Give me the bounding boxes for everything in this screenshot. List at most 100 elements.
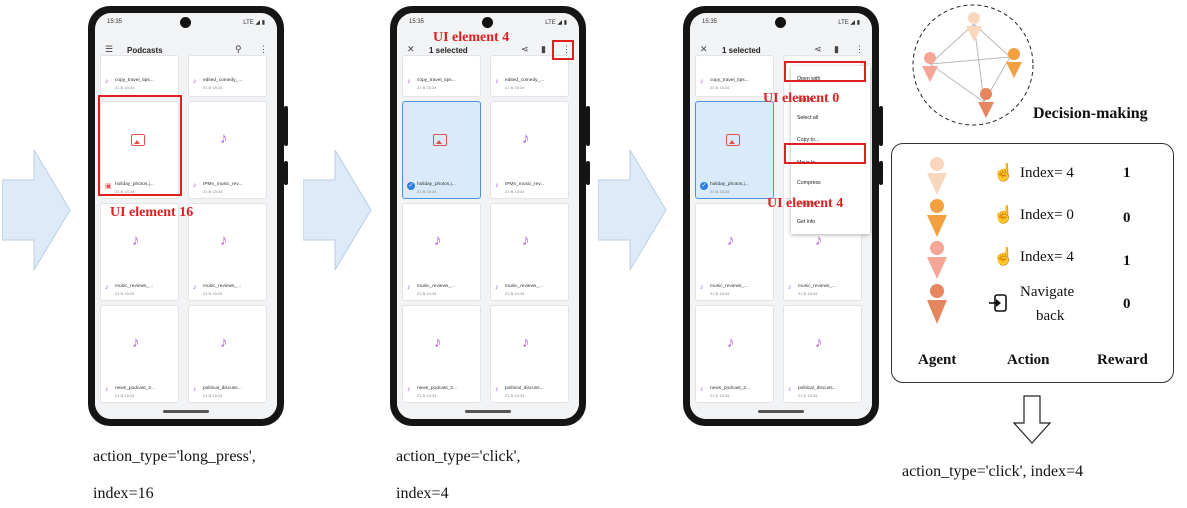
share-icon[interactable]: ⋖ xyxy=(521,44,529,55)
caption-step-2-line-1: action_type='click', xyxy=(396,448,521,465)
agent-node-orange xyxy=(1006,48,1022,78)
file-tile[interactable]: ♪ ♪ news_podcast_2... 21 B 15:34 xyxy=(695,305,774,403)
audio-small-icon: ♪ xyxy=(495,182,499,189)
file-tile-selected[interactable]: ✓ holiday_photos.j... 21 B 15:34 xyxy=(695,101,774,199)
file-tile[interactable]: ♪ ♪ political_discuss... 21 B 15:34 xyxy=(783,305,862,403)
agent-icon-row-1 xyxy=(927,157,947,195)
flow-arrow-3 xyxy=(598,150,667,270)
more-options-icon[interactable]: ⋮ xyxy=(855,44,864,55)
image-file-icon xyxy=(433,134,447,146)
header-agent: Agent xyxy=(918,352,957,368)
tap-icon: ☝ xyxy=(993,163,1015,182)
audio-file-icon: ♪ xyxy=(522,232,530,249)
flow-arrow-2 xyxy=(303,150,372,270)
reward-row-1: 1 xyxy=(1123,165,1131,181)
down-arrow xyxy=(1012,395,1052,444)
delete-icon[interactable]: ▮ xyxy=(541,44,546,55)
action-row-4-line-1: Navigate xyxy=(1020,284,1075,300)
toolbar-title: Podcasts xyxy=(127,46,163,55)
camera-icon xyxy=(180,17,191,28)
audio-small-icon: ♪ xyxy=(105,386,109,393)
annotation-ui-element-16: UI element 16 xyxy=(110,205,194,220)
agent-node-peach xyxy=(966,12,982,42)
audio-file-icon: ♪ xyxy=(700,78,704,85)
search-icon[interactable]: ⚲ xyxy=(235,44,242,55)
audio-small-icon: ♪ xyxy=(193,182,197,189)
share-icon[interactable]: ⋖ xyxy=(814,44,822,55)
file-tile[interactable]: ♪ edited_comedy_... 21 B 15:34 xyxy=(490,55,569,97)
audio-file-icon: ♪ xyxy=(220,130,228,147)
home-indicator xyxy=(163,410,209,413)
audio-file-icon: ♪ xyxy=(220,232,228,249)
more-options-icon[interactable]: ⋮ xyxy=(259,44,268,55)
status-bar: 15:35 LTE ◢ ▮ xyxy=(690,13,872,35)
file-tile[interactable]: ♪ ♪ news_podcast_2... 21 B 15:34 xyxy=(402,305,481,403)
navigate-back-icon xyxy=(989,294,1007,312)
agent-icon-row-4 xyxy=(927,284,947,324)
audio-small-icon: ♪ xyxy=(193,386,197,393)
audio-file-icon: ♪ xyxy=(434,232,442,249)
agent-node-coral xyxy=(978,88,994,118)
audio-file-icon: ♪ xyxy=(815,334,823,351)
caption-step-1-line-2: index=16 xyxy=(93,485,154,502)
file-tile[interactable]: ♪ copy_travel_tips... 21 B 15:34 xyxy=(402,55,481,97)
audio-small-icon: ♪ xyxy=(700,386,704,393)
audio-file-icon: ♪ xyxy=(727,232,735,249)
file-tile[interactable]: ♪ ♪ music_reviews_... 21 B 15:34 xyxy=(402,203,481,301)
audio-small-icon: ♪ xyxy=(700,284,704,291)
audio-file-icon: ♪ xyxy=(434,334,442,351)
status-time: 15:35 xyxy=(702,19,718,25)
file-tile[interactable]: ♪ ♪ IPMn_music_rev... 21 B 15:34 xyxy=(490,101,569,199)
audio-small-icon: ♪ xyxy=(788,284,792,291)
audio-file-icon: ♪ xyxy=(727,334,735,351)
menu-icon[interactable]: ☰ xyxy=(105,44,113,55)
decision-making-title: Decision-making xyxy=(1033,105,1148,122)
agent-icon-row-2 xyxy=(927,199,947,237)
highlight-box-move-to xyxy=(784,143,866,164)
action-row-1: Index= 4 xyxy=(1020,165,1074,181)
highlight-box-open-with xyxy=(784,61,866,82)
file-tile[interactable]: ♪ ♪ music_reviews_... 21 B 15:34 xyxy=(188,203,267,301)
close-icon[interactable]: ✕ xyxy=(407,44,415,55)
header-reward: Reward xyxy=(1097,352,1148,368)
final-action-caption: action_type='click', index=4 xyxy=(902,463,1084,480)
file-tile[interactable]: ♪ ♪ music_reviews_... 21 B 15:34 xyxy=(490,203,569,301)
home-indicator xyxy=(465,410,511,413)
file-tile[interactable]: ♪ ♪ news_podcast_2... 21 B 15:34 xyxy=(100,305,179,403)
menu-item-select-all[interactable]: Select all xyxy=(797,115,818,121)
audio-file-icon: ♪ xyxy=(132,334,140,351)
camera-icon xyxy=(775,17,786,28)
phone-screen-2: 15:35 LTE ◢ ▮ ✕ 1 selected ⋖ ▮ ⋮ ♪ copy_… xyxy=(390,6,590,426)
close-icon[interactable]: ✕ xyxy=(700,44,708,55)
check-icon: ✓ xyxy=(407,182,415,190)
agent-node-salmon xyxy=(922,52,938,82)
file-tile-selected[interactable]: ✓ holiday_photos.j... 21 B 15:34 xyxy=(402,101,481,199)
file-tile[interactable]: ♪ edited_comedy_... 21 B 15:34 xyxy=(188,55,267,97)
menu-item-get-info[interactable]: Get info xyxy=(797,219,815,225)
status-bar: 15:35 LTE ◢ ▮ xyxy=(95,13,277,35)
highlight-box-element-16 xyxy=(98,95,182,196)
file-tile[interactable]: ♪ copy_travel_tips... 21 B 15:34 xyxy=(100,55,179,97)
check-icon: ✓ xyxy=(700,182,708,190)
file-tile[interactable]: ♪ ♪ IPMn_music_rev... 21 B 15:34 xyxy=(188,101,267,199)
status-network: LTE ◢ ▮ xyxy=(545,20,567,26)
toolbar-title: 1 selected xyxy=(722,46,761,55)
reward-row-4: 0 xyxy=(1123,296,1131,312)
reward-row-2: 0 xyxy=(1123,210,1131,226)
delete-icon[interactable]: ▮ xyxy=(834,44,839,55)
image-file-icon xyxy=(726,134,740,146)
caption-step-1-line-1: action_type='long_press', xyxy=(93,448,256,465)
file-tile[interactable]: ♪ ♪ political_discuss... 21 B 15:34 xyxy=(490,305,569,403)
reward-row-3: 1 xyxy=(1123,253,1131,269)
toolbar-title: 1 selected xyxy=(429,46,468,55)
tap-icon: ☝ xyxy=(993,247,1015,266)
status-network: LTE ◢ ▮ xyxy=(838,20,860,26)
audio-small-icon: ♪ xyxy=(193,284,197,291)
audio-file-icon: ♪ xyxy=(522,334,530,351)
agent-icon-row-3 xyxy=(927,241,947,279)
home-indicator xyxy=(758,410,804,413)
file-tile[interactable]: ♪ ♪ music_reviews_... 21 B 15:34 xyxy=(695,203,774,301)
menu-item-compress[interactable]: Compress xyxy=(797,180,821,186)
action-row-3: Index= 4 xyxy=(1020,249,1074,265)
file-tile[interactable]: ♪ ♪ political_discuss... 21 B 15:34 xyxy=(188,305,267,403)
